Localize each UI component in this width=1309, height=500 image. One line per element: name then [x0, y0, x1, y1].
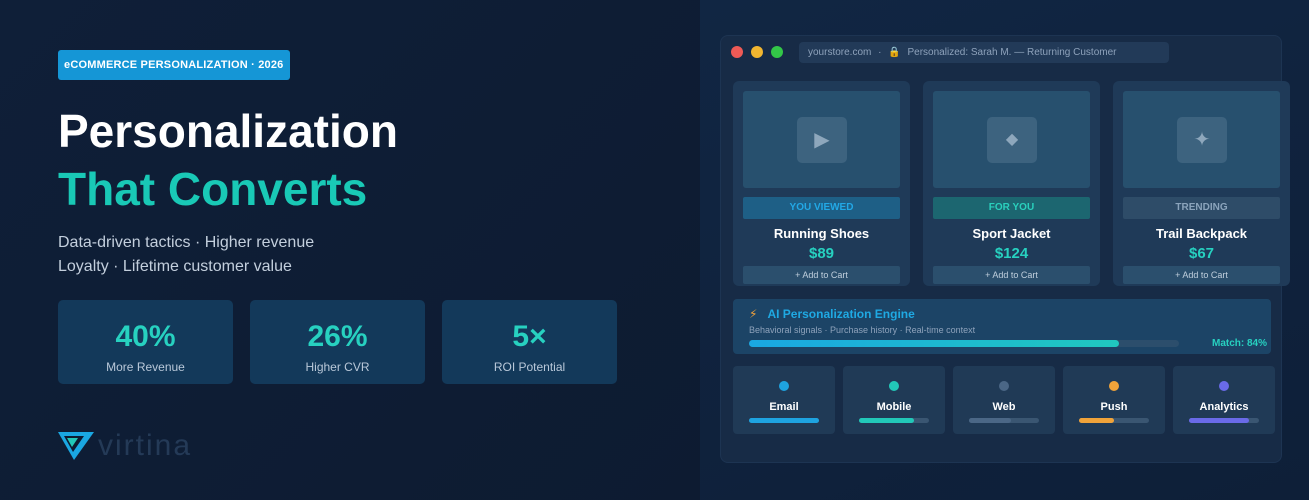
- stat-label: ROI Potential: [493, 360, 566, 374]
- channel-web[interactable]: Web: [953, 366, 1055, 434]
- play-icon: ▶: [797, 117, 847, 163]
- web-dot-icon: [999, 381, 1009, 391]
- stat-label: More Revenue: [106, 360, 185, 374]
- product-price: $89: [808, 245, 835, 262]
- mobile-dot-icon: [889, 381, 899, 391]
- product-price: $67: [1188, 245, 1215, 262]
- stat-card-cvr: 26% Higher CVR: [250, 300, 425, 384]
- product-card-sport-jacket[interactable]: ◆ FOR YOU Sport Jacket $124 + Add to Car…: [923, 81, 1100, 286]
- browser-window: yourstore.com · 🔒 Personalized: Sarah M.…: [720, 35, 1290, 463]
- channel-label: Web: [992, 401, 1016, 413]
- url-text: yourstore.com: [808, 47, 872, 58]
- channel-mobile[interactable]: Mobile: [843, 366, 945, 434]
- channel-label: Analytics: [1199, 401, 1249, 413]
- logo-mark-icon: [58, 432, 94, 460]
- engine-title: ⚡ AI Personalization Engine: [749, 307, 915, 321]
- lock-icon: 🔒: [888, 47, 901, 58]
- category-tag: eCOMMERCE PERSONALIZATION · 2026: [58, 50, 290, 80]
- product-card-trail-backpack[interactable]: ✦ TRENDING Trail Backpack $67 + Add to C…: [1113, 81, 1290, 286]
- badge-trending: TRENDING: [1123, 197, 1280, 219]
- add-to-cart-button[interactable]: + Add to Cart: [1123, 266, 1280, 284]
- match-label: Match: 84%: [1211, 338, 1267, 349]
- session-text: Personalized: Sarah M. — Returning Custo…: [907, 47, 1117, 58]
- product-name: Trail Backpack: [1155, 226, 1248, 241]
- channel-bar-fill: [749, 418, 819, 423]
- address-bar[interactable]: yourstore.com · 🔒 Personalized: Sarah M.…: [799, 42, 1169, 63]
- product-image: ✦: [1123, 91, 1280, 188]
- channel-label: Email: [769, 401, 799, 413]
- product-image: ▶: [743, 91, 900, 188]
- close-dot-icon[interactable]: [731, 46, 743, 58]
- ai-engine-panel: ⚡ AI Personalization Engine Behavioral si…: [733, 299, 1271, 354]
- channel-email[interactable]: Email: [733, 366, 835, 434]
- product-name: Running Shoes: [773, 226, 870, 241]
- channel-bar-fill: [859, 418, 914, 423]
- product-card-running-shoes[interactable]: ▶ YOU VIEWED Running Shoes $89 + Add to …: [733, 81, 910, 286]
- stat-label: Higher CVR: [305, 360, 370, 374]
- channel-push[interactable]: Push: [1063, 366, 1165, 434]
- channel-bar-fill: [1079, 418, 1114, 423]
- channel-bar: [969, 418, 1039, 423]
- diamond-icon: ◆: [987, 117, 1037, 163]
- headline-line-2: That Converts: [58, 163, 368, 215]
- push-dot-icon: [1109, 381, 1119, 391]
- channel-label: Mobile: [876, 401, 912, 413]
- product-image: ◆: [933, 91, 1090, 188]
- product-name: Sport Jacket: [972, 226, 1051, 241]
- badge-for-you: FOR YOU: [933, 197, 1090, 219]
- match-progress-bar: [749, 340, 1179, 347]
- product-price: $124: [994, 245, 1029, 262]
- stat-value: 40%: [115, 320, 176, 353]
- channel-analytics[interactable]: Analytics: [1173, 366, 1275, 434]
- stat-card-roi: 5× ROI Potential: [442, 300, 617, 384]
- match-progress-fill: [749, 340, 1119, 347]
- hero-panel: eCOMMERCE PERSONALIZATION · 2026 Persona…: [0, 0, 700, 500]
- channel-label: Push: [1100, 401, 1128, 413]
- channel-bar: [1189, 418, 1259, 423]
- brand-name: virtina: [98, 429, 193, 462]
- sparkle-icon: ✦: [1177, 117, 1227, 163]
- brand-logo: virtina: [58, 428, 192, 464]
- email-dot-icon: [779, 381, 789, 391]
- subtitle-line-1: Data-driven tactics · Higher revenue: [58, 234, 315, 251]
- channel-bar: [749, 418, 819, 423]
- analytics-dot-icon: [1219, 381, 1229, 391]
- stat-value: 5×: [512, 320, 547, 353]
- badge-you-viewed: YOU VIEWED: [743, 197, 900, 219]
- channel-bar: [1079, 418, 1149, 423]
- stat-card-revenue: 40% More Revenue: [58, 300, 233, 384]
- channel-bar-fill: [1189, 418, 1249, 423]
- channel-bar: [859, 418, 929, 423]
- engine-title-text: AI Personalization Engine: [767, 307, 915, 321]
- channel-bar-fill: [969, 418, 1011, 423]
- add-to-cart-button[interactable]: + Add to Cart: [933, 266, 1090, 284]
- url-separator: ·: [878, 47, 882, 58]
- maximize-dot-icon[interactable]: [771, 46, 783, 58]
- add-to-cart-button[interactable]: + Add to Cart: [743, 266, 900, 284]
- engine-subtitle: Behavioral signals · Purchase history · …: [749, 325, 976, 335]
- lightning-icon: ⚡: [749, 307, 758, 321]
- subtitle-line-2: Loyalty · Lifetime customer value: [58, 258, 292, 275]
- minimize-dot-icon[interactable]: [751, 46, 763, 58]
- headline-line-1: Personalization: [58, 105, 398, 157]
- stat-value: 26%: [307, 320, 368, 353]
